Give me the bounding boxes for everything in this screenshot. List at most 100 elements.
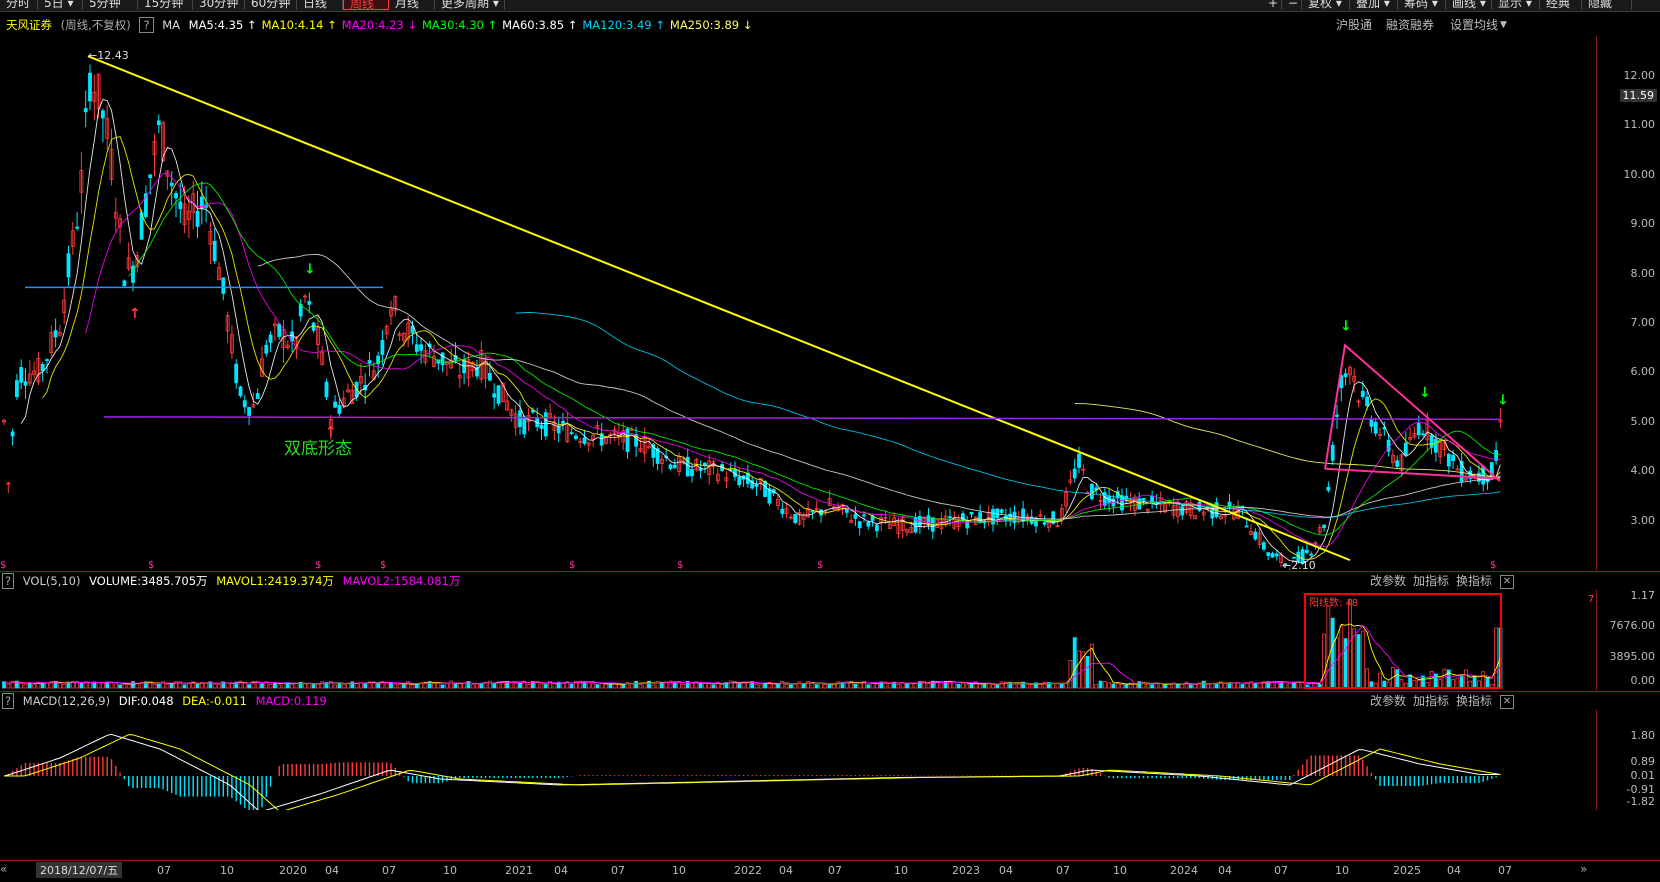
toolbar-button-2[interactable]: 筹码 ▾ bbox=[1398, 0, 1446, 10]
tab-period-7[interactable]: 周线 bbox=[343, 0, 389, 11]
volume-bar bbox=[617, 684, 621, 689]
tab-period-4[interactable]: 30分钟 bbox=[193, 0, 245, 10]
volume-bar bbox=[518, 682, 522, 689]
volume-bar bbox=[634, 680, 638, 689]
link-ma-settings[interactable]: 设置均线 bbox=[1450, 14, 1498, 36]
help-icon[interactable]: ? bbox=[2, 693, 15, 709]
time-label: 04 bbox=[554, 864, 568, 877]
stock-name[interactable]: 天风证券 bbox=[6, 18, 52, 32]
volume-bar bbox=[453, 683, 458, 689]
tab-period-3[interactable]: 15分钟 bbox=[138, 0, 193, 10]
tab-period-9[interactable]: 更多周期 ▾ bbox=[435, 0, 505, 10]
candle bbox=[556, 426, 561, 434]
volume-bar bbox=[1481, 671, 1486, 689]
tab-period-8[interactable]: 月线 bbox=[389, 0, 435, 10]
triangle-lower bbox=[1324, 467, 1501, 480]
vol-swap-indicator-button[interactable]: 换指标 bbox=[1456, 573, 1492, 589]
volume-bar bbox=[320, 681, 325, 689]
close-icon[interactable]: ✕ bbox=[1500, 575, 1514, 589]
trend-line bbox=[87, 55, 1351, 562]
period-toolbar: 分时 5日 ▾ 5分钟 15分钟 30分钟 60分钟 日线 周线 月线 更多周期 ▾ + − 复权 ▾ 叠… bbox=[0, 0, 1660, 12]
toolbar-button-0[interactable]: 复权 ▾ bbox=[1302, 0, 1350, 10]
tab-period-5[interactable]: 60分钟 bbox=[245, 0, 297, 10]
volume-bar bbox=[1343, 638, 1348, 689]
toolbar-button-1[interactable]: 叠加 ▾ bbox=[1350, 0, 1398, 10]
link-hsgt[interactable]: 沪股通 bbox=[1336, 14, 1372, 36]
dividend-marker: $ bbox=[677, 560, 683, 570]
time-label: 04 bbox=[779, 864, 793, 877]
toolbar-button-6[interactable]: 隐藏 bbox=[1582, 0, 1632, 10]
candle bbox=[1180, 506, 1185, 516]
candle bbox=[995, 508, 1000, 519]
candle bbox=[1421, 433, 1425, 436]
zoom-out-button[interactable]: − bbox=[1282, 0, 1302, 10]
toolbar-button-3[interactable]: 画线 ▾ bbox=[1446, 0, 1492, 10]
candle bbox=[703, 462, 707, 466]
candle bbox=[122, 280, 127, 287]
volume-bar bbox=[384, 682, 389, 689]
candle bbox=[255, 393, 260, 399]
toolbar-button-4[interactable]: 显示 ▾ bbox=[1492, 0, 1540, 10]
candle bbox=[53, 330, 58, 338]
volume-bar bbox=[1163, 684, 1167, 689]
tab-period-6[interactable]: 日线 bbox=[297, 0, 343, 10]
ma-value-2: MA20:4.23 ↓ bbox=[341, 18, 417, 32]
volume-bar bbox=[1253, 683, 1258, 689]
macd-chart[interactable] bbox=[0, 710, 1595, 810]
volume-bar bbox=[247, 684, 252, 689]
link-margin[interactable]: 融资融券 bbox=[1386, 14, 1434, 36]
help-button[interactable]: ? bbox=[139, 17, 154, 33]
volume-bar bbox=[62, 684, 67, 689]
candle bbox=[174, 192, 178, 199]
volume-chart[interactable]: 阳线数: 48 7 bbox=[0, 590, 1595, 690]
pane-divider bbox=[0, 571, 1660, 572]
scroll-left-icon[interactable]: « bbox=[0, 862, 7, 876]
volume-bar bbox=[23, 683, 28, 689]
volume-bar bbox=[393, 684, 398, 689]
help-icon[interactable]: ? bbox=[2, 573, 15, 589]
volume-bar bbox=[707, 683, 712, 689]
macd-swap-indicator-button[interactable]: 换指标 bbox=[1456, 693, 1492, 709]
scroll-right-icon[interactable]: » bbox=[1580, 862, 1587, 876]
macd-add-indicator-button[interactable]: 加指标 bbox=[1413, 693, 1449, 709]
candle bbox=[10, 431, 15, 437]
ma-value-0: MA5:4.35 ↑ bbox=[188, 18, 257, 32]
candle bbox=[539, 424, 544, 429]
volume-bar bbox=[1399, 679, 1404, 689]
close-icon[interactable]: ✕ bbox=[1500, 695, 1514, 709]
volume-bar bbox=[991, 684, 995, 689]
volume-bar bbox=[152, 684, 157, 689]
axis-label: -1.82 bbox=[1626, 795, 1655, 808]
volume-bar bbox=[1137, 681, 1142, 689]
macd-change-params-button[interactable]: 改参数 bbox=[1370, 693, 1406, 709]
dividend-marker: $ bbox=[817, 560, 823, 570]
volume-bar bbox=[492, 683, 497, 689]
zoom-in-button[interactable]: + bbox=[1262, 0, 1282, 10]
tab-period-2[interactable]: 5分钟 bbox=[83, 0, 138, 10]
candle bbox=[569, 432, 574, 435]
dividend-marker: $ bbox=[0, 560, 6, 570]
chevron-down-icon[interactable]: ▼ bbox=[1500, 14, 1507, 36]
time-label: 2025 bbox=[1393, 864, 1421, 877]
candlestick-chart[interactable]: ↑↑↓↓↓ ↓←12.43←2.10双底形态$ $ $ $ $ $ $ $ bbox=[0, 36, 1595, 570]
vol-change-params-button[interactable]: 改参数 bbox=[1370, 573, 1406, 589]
tab-period-0[interactable]: 分时 bbox=[0, 0, 38, 10]
candle bbox=[582, 437, 587, 444]
volume-bar bbox=[1102, 681, 1107, 689]
box-label: 阳线数: 48 bbox=[1309, 596, 1358, 609]
vol-title: VOL(5,10) bbox=[22, 574, 81, 588]
dividend-marker: $ bbox=[569, 560, 575, 570]
axis-label: 0.01 bbox=[1630, 769, 1656, 782]
volume-bar bbox=[1184, 681, 1189, 689]
tab-period-1[interactable]: 5日 ▾ bbox=[38, 0, 83, 10]
vol-add-indicator-button[interactable]: 加指标 bbox=[1413, 573, 1449, 589]
candle bbox=[1227, 501, 1232, 507]
signal-arrow: ↓ bbox=[304, 262, 316, 278]
toolbar-button-5[interactable]: 经典 bbox=[1540, 0, 1582, 10]
volume-bar bbox=[1464, 669, 1468, 689]
volume-bar bbox=[1077, 650, 1081, 689]
ma-line-30 bbox=[128, 182, 1501, 536]
volume-bar bbox=[444, 683, 449, 689]
candle bbox=[45, 359, 49, 361]
volume-bar bbox=[999, 681, 1004, 689]
